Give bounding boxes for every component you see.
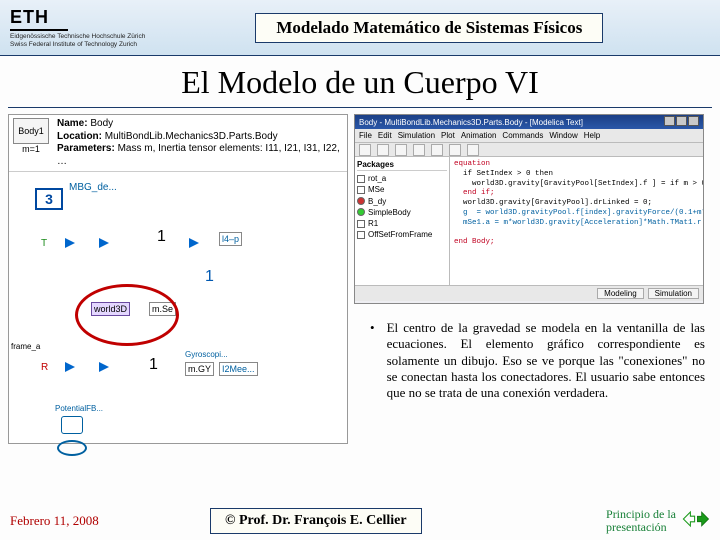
minimize-icon[interactable] <box>664 116 675 126</box>
code-window-titlebar: Body - MultiBondLib.Mechanics3D.Parts.Bo… <box>355 115 703 129</box>
toolbar-button[interactable] <box>395 144 407 156</box>
menu-item[interactable]: Plot <box>441 131 455 140</box>
menu-item[interactable]: Animation <box>461 131 497 140</box>
package-tree[interactable]: Packages rot_a MSe B_dy SimpleBody R1 Of… <box>355 157 450 285</box>
tree-item[interactable]: SimpleBody <box>357 207 447 218</box>
code-window-title: Body - MultiBondLib.Mechanics3D.Parts.Bo… <box>359 118 583 127</box>
tab-modeling[interactable]: Modeling <box>597 288 643 299</box>
title-divider <box>8 107 712 108</box>
bullet-icon: • <box>370 320 375 401</box>
tree-item-label: rot_a <box>368 173 386 184</box>
mgy-box: m.GY <box>185 362 214 376</box>
frame-label: frame_a <box>11 342 40 351</box>
i2mee-box: I2Mee... <box>219 362 258 376</box>
square-icon <box>357 231 365 239</box>
meta-params-label: Parameters: <box>57 143 115 154</box>
tree-item[interactable]: B_dy <box>357 196 447 207</box>
menu-item[interactable]: Edit <box>378 131 392 140</box>
header-title: Modelado Matemático de Sistemas Físicos <box>255 13 603 43</box>
eth-logo-text: ETH <box>10 7 68 31</box>
diagram-canvas: 3 MBG_de... T 1 l4–p 1 world3D m.Se fram… <box>9 172 347 464</box>
footer: Febrero 11, 2008 © Prof. Dr. François E.… <box>0 508 720 534</box>
one-a-label: 1 <box>157 228 166 246</box>
square-icon <box>357 220 365 228</box>
highlight-ellipse-icon <box>75 284 179 346</box>
header-bar: ETH Eidgenössische Technische Hochschule… <box>0 0 720 56</box>
eth-logo-block: ETH Eidgenössische Technische Hochschule… <box>10 7 145 47</box>
square-icon <box>357 186 365 194</box>
footer-author: © Prof. Dr. François E. Cellier <box>210 508 422 534</box>
toolbar-button[interactable] <box>467 144 479 156</box>
footer-date: Febrero 11, 2008 <box>10 513 160 529</box>
arrow-icon <box>99 238 109 248</box>
tree-item[interactable]: R1 <box>357 218 447 229</box>
eth-logo-subtitle: Eidgenössische Technische Hochschule Zür… <box>10 33 145 47</box>
meta-location-value: MultiBondLib.Mechanics3D.Parts.Body <box>105 131 278 142</box>
t-label: T <box>41 238 47 249</box>
diagram-three-box: 3 <box>35 188 63 210</box>
tree-item[interactable]: MSe <box>357 184 447 195</box>
body-icon: Body1 <box>13 118 49 144</box>
tree-item-label: R1 <box>368 218 378 229</box>
code-editor[interactable]: equation if SetIndex > 0 then world3D.gr… <box>450 157 703 285</box>
arrow-icon <box>65 238 75 248</box>
window-buttons[interactable] <box>663 116 699 128</box>
l4p-box: l4–p <box>219 232 242 246</box>
toolbar-button[interactable] <box>377 144 389 156</box>
slide-title: El Modelo de un Cuerpo VI <box>0 64 720 101</box>
toolbar-button[interactable] <box>359 144 371 156</box>
footer-link[interactable]: Principio de la presentación <box>606 508 710 534</box>
square-icon <box>357 175 365 183</box>
tree-item[interactable]: OffSetFromFrame <box>357 229 447 240</box>
potfb-label: PotentialFB... <box>55 404 103 413</box>
r-label: R <box>41 362 48 373</box>
tree-item-label: MSe <box>368 184 384 195</box>
meta-location-label: Location: <box>57 131 102 142</box>
tab-simulation[interactable]: Simulation <box>648 288 699 299</box>
maximize-icon[interactable] <box>676 116 687 126</box>
meta-name-value: Body <box>90 118 113 129</box>
menu-item[interactable]: Simulation <box>398 131 435 140</box>
code-window-menubar[interactable]: File Edit Simulation Plot Animation Comm… <box>355 129 703 143</box>
menu-item[interactable]: Help <box>584 131 600 140</box>
explanation-text: El centro de la gravedad se modela en la… <box>387 320 705 401</box>
one-b-label: 1 <box>205 268 214 286</box>
arrow-icon <box>189 238 199 248</box>
tree-item-label: SimpleBody <box>368 207 411 218</box>
tree-item-label: B_dy <box>368 196 386 207</box>
tree-item-label: OffSetFromFrame <box>368 229 432 240</box>
tree-item[interactable]: rot_a <box>357 173 447 184</box>
code-window-tabs[interactable]: Modeling Simulation <box>355 285 703 301</box>
toolbar-button[interactable] <box>413 144 425 156</box>
code-window-toolbar[interactable] <box>355 143 703 157</box>
code-window: Body - MultiBondLib.Mechanics3D.Parts.Bo… <box>354 114 704 304</box>
close-icon[interactable] <box>688 116 699 126</box>
menu-item[interactable]: Commands <box>502 131 543 140</box>
code-window-body: Packages rot_a MSe B_dy SimpleBody R1 Of… <box>355 157 703 285</box>
diagram-panel: Body1 m=1 Name: Body Location: MultiBond… <box>8 114 348 444</box>
circle-icon <box>357 208 365 216</box>
one-c-label: 1 <box>149 356 158 374</box>
circle-icon <box>357 197 365 205</box>
nav-arrows-icon[interactable] <box>682 508 710 533</box>
globe-icon <box>57 440 87 456</box>
explanation-bullet: • El centro de la gravedad se modela en … <box>370 320 705 401</box>
diagram-meta: Name: Body Location: MultiBondLib.Mechan… <box>57 118 343 168</box>
potfb-icon <box>61 416 83 434</box>
footer-link-text: Principio de la presentación <box>606 508 676 534</box>
diagram-header: Body1 m=1 Name: Body Location: MultiBond… <box>9 115 347 172</box>
arrow-icon <box>99 362 109 372</box>
toolbar-button[interactable] <box>431 144 443 156</box>
gyro-label: Gyroscopi... <box>185 350 228 359</box>
menu-item[interactable]: File <box>359 131 372 140</box>
meta-name-label: Name: <box>57 118 88 129</box>
arrow-icon <box>65 362 75 372</box>
tree-header: Packages <box>357 159 447 171</box>
toolbar-button[interactable] <box>449 144 461 156</box>
mass-label: m=1 <box>13 144 49 154</box>
mbg-label: MBG_de... <box>69 182 117 193</box>
menu-item[interactable]: Window <box>549 131 577 140</box>
diagram-body-icon-wrap: Body1 m=1 <box>13 118 49 168</box>
